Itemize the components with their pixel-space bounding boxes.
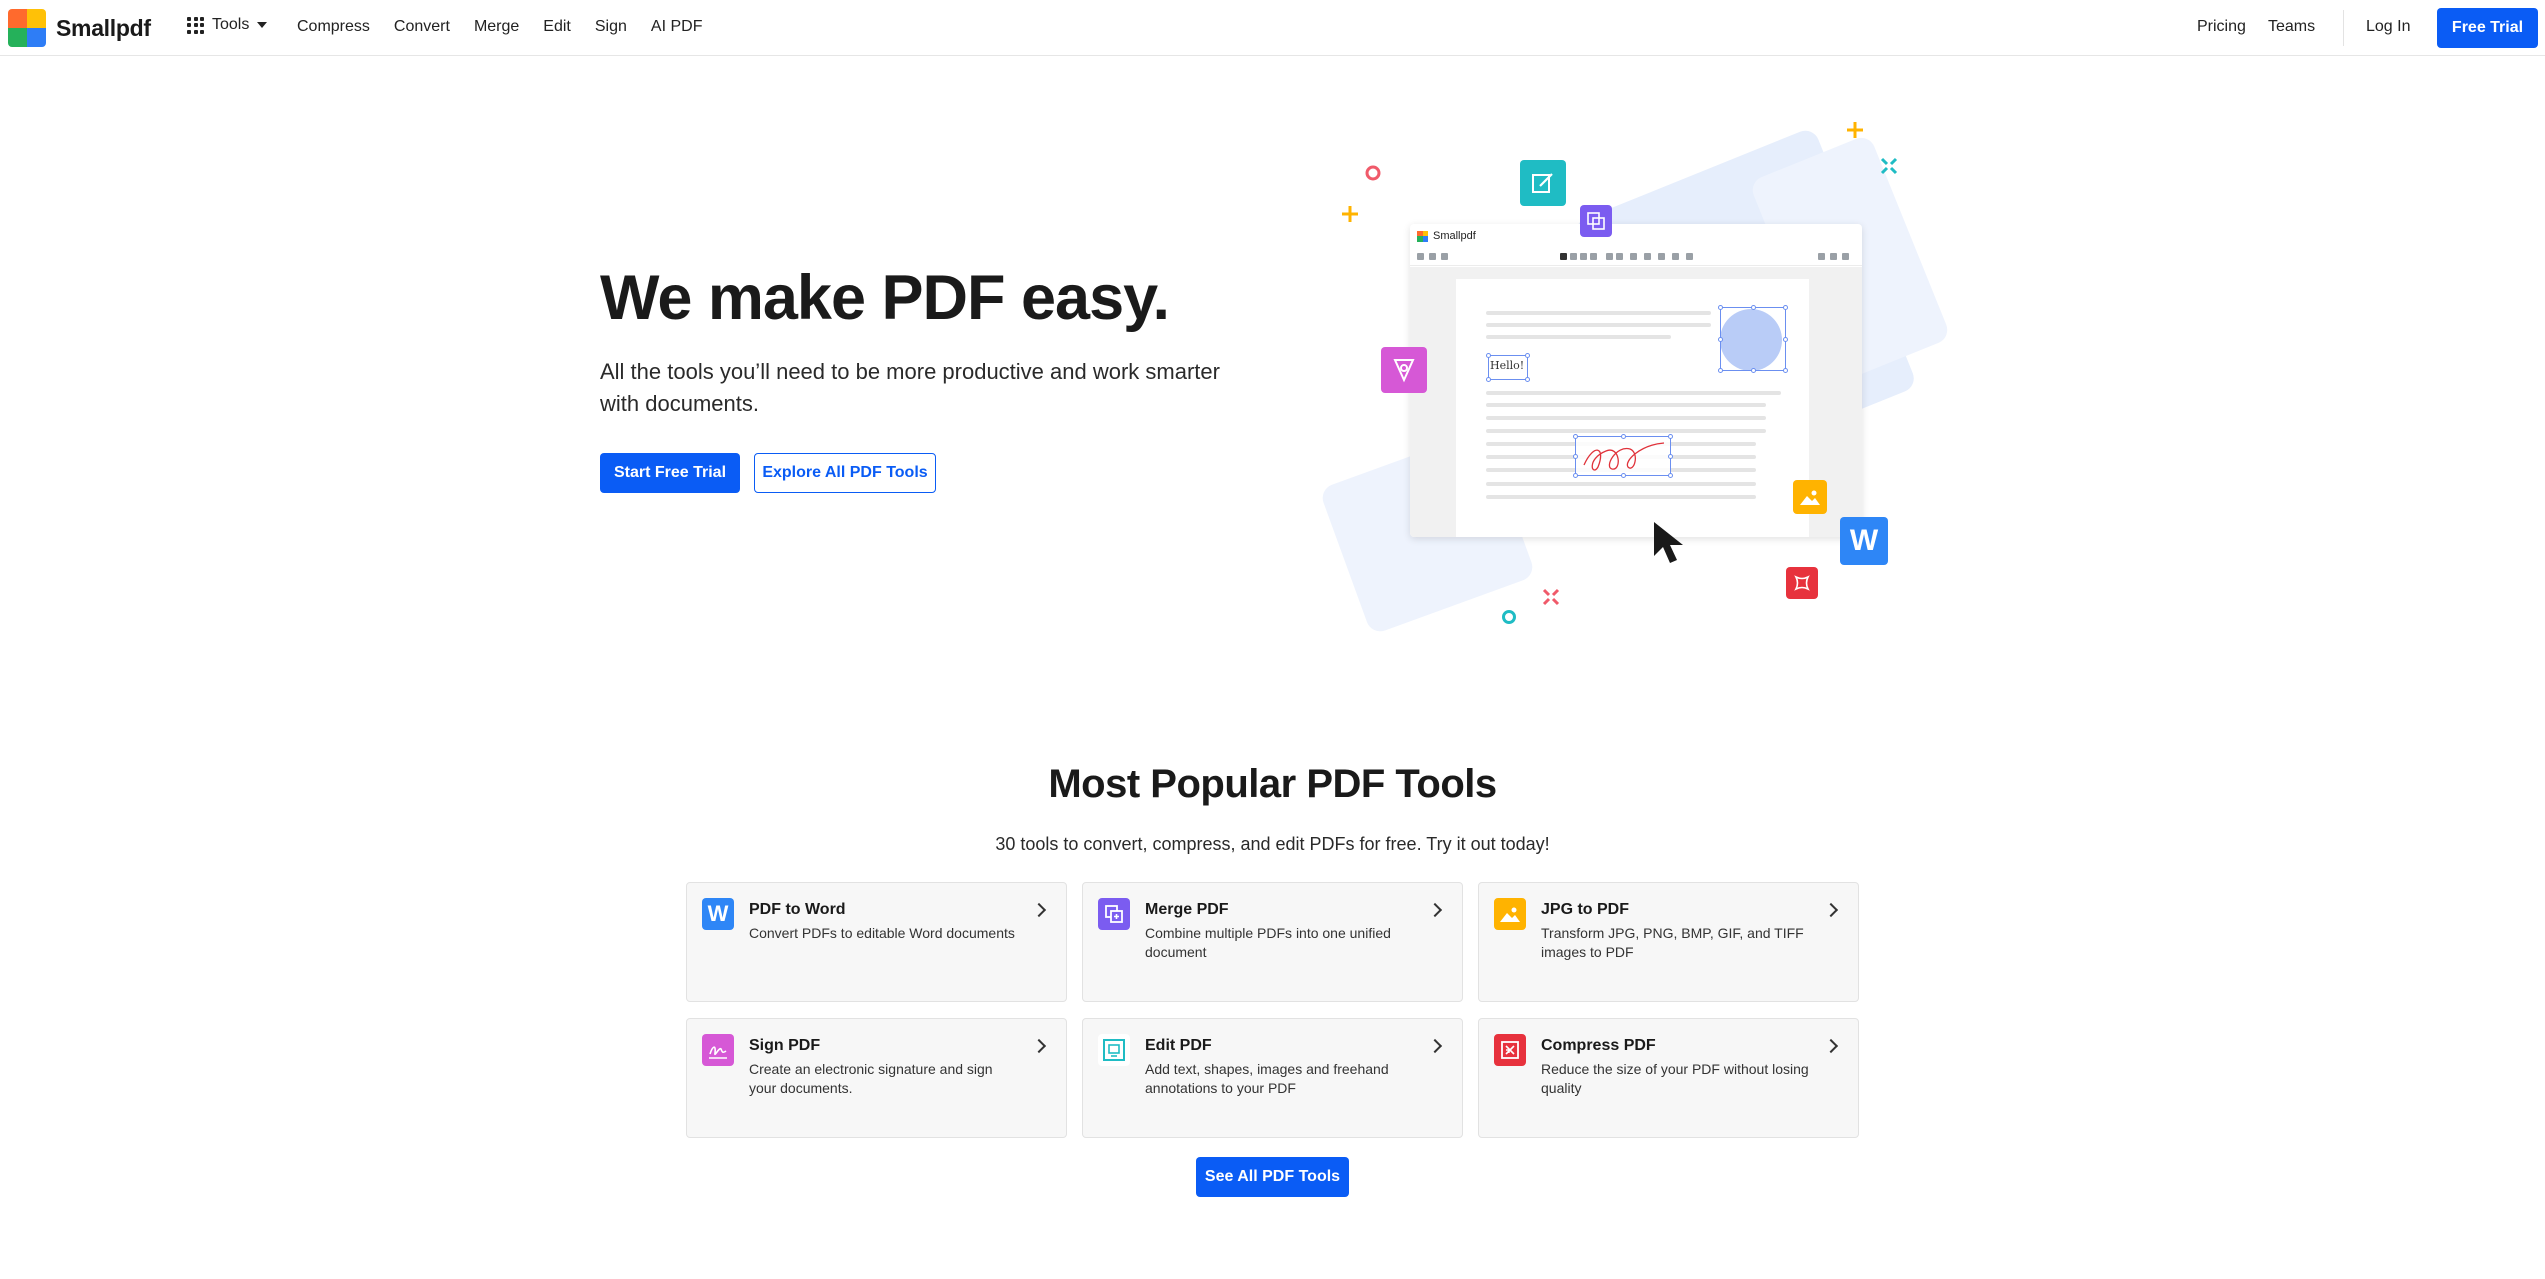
tool-card-description: Combine multiple PDFs into one unified d… <box>1145 925 1391 960</box>
brand-name: Smallpdf <box>56 14 151 41</box>
caret-down-icon <box>257 22 268 28</box>
free-trial-button[interactable]: Free Trial <box>2437 8 2538 48</box>
compress-icon <box>1494 1034 1526 1066</box>
tool-card-description: Reduce the size of your PDF without losi… <box>1541 1061 1809 1096</box>
top-navigation: Smallpdf Tools Compress Convert Merge Ed… <box>0 0 2545 56</box>
tool-card-description: Add text, shapes, images and freehand an… <box>1145 1061 1389 1096</box>
app-title: Smallpdf <box>1433 230 1476 242</box>
mini-logo-icon <box>1417 230 1428 242</box>
nav-divider <box>2343 10 2344 46</box>
apps-grid-icon <box>187 16 204 34</box>
tool-card-description: Convert PDFs to editable Word documents <box>749 925 1015 941</box>
tool-card-sign-pdf[interactable]: Sign PDF Create an electronic signature … <box>686 1018 1067 1138</box>
sample-text: Hello! <box>1490 359 1525 372</box>
nav-link-edit[interactable]: Edit <box>543 18 571 36</box>
nav-link-compress[interactable]: Compress <box>297 18 370 36</box>
tool-card-description: Transform JPG, PNG, BMP, GIF, and TIFF i… <box>1541 925 1804 960</box>
tool-card-title: Merge PDF <box>1145 901 1229 918</box>
tool-card-title: PDF to Word <box>749 901 846 918</box>
tool-card-merge-pdf[interactable]: Merge PDF Combine multiple PDFs into one… <box>1082 882 1463 1002</box>
tool-card-jpg-to-pdf[interactable]: JPG to PDF Transform JPG, PNG, BMP, GIF,… <box>1478 882 1859 1002</box>
tool-card-title: Edit PDF <box>1145 1037 1212 1054</box>
chevron-right-icon <box>1427 902 1443 918</box>
merge-icon <box>1098 898 1130 930</box>
section-title: Most Popular PDF Tools <box>1048 762 1497 806</box>
hero-subtitle: All the tools you’ll need to be more pro… <box>600 359 1220 416</box>
hero-illustration: Smallpdf Hello! W <box>1318 110 1952 636</box>
explore-tools-button[interactable]: Explore All PDF Tools <box>754 453 936 493</box>
image-icon <box>1793 480 1827 514</box>
nav-link-sign[interactable]: Sign <box>595 18 627 36</box>
app-toolbar <box>1410 248 1862 266</box>
chevron-right-icon <box>1031 1038 1047 1054</box>
tool-card-edit-pdf[interactable]: Edit PDF Add text, shapes, images and fr… <box>1082 1018 1463 1138</box>
login-link[interactable]: Log In <box>2366 18 2410 36</box>
nav-link-merge[interactable]: Merge <box>474 18 519 36</box>
chevron-right-icon <box>1823 902 1839 918</box>
sparkle-cross-icon <box>1880 157 1898 175</box>
tools-dropdown[interactable]: Tools <box>187 16 268 34</box>
tools-label: Tools <box>212 16 250 33</box>
app-titlebar: Smallpdf <box>1410 224 1862 248</box>
edit-icon <box>1098 1034 1130 1066</box>
main-nav: Compress Convert Merge Edit Sign AI PDF <box>297 18 726 36</box>
tool-card-compress-pdf[interactable]: Compress PDF Reduce the size of your PDF… <box>1478 1018 1859 1138</box>
smallpdf-logo[interactable]: Smallpdf <box>8 9 151 47</box>
nav-link-convert[interactable]: Convert <box>394 18 450 36</box>
word-icon: W <box>702 898 734 930</box>
sparkle-ring-icon <box>1365 165 1381 181</box>
signature-scribble <box>1583 442 1665 471</box>
nav-link-ai-pdf[interactable]: AI PDF <box>651 18 703 36</box>
see-all-tools-button[interactable]: See All PDF Tools <box>1196 1157 1349 1197</box>
logo-icon <box>8 9 46 47</box>
hero-title: We make PDF easy. <box>600 263 1170 333</box>
nav-link-teams[interactable]: Teams <box>2268 18 2315 36</box>
tool-card-title: JPG to PDF <box>1541 901 1630 918</box>
chevron-right-icon <box>1427 1038 1443 1054</box>
pen-nib-icon <box>1381 347 1427 393</box>
sparkle-cross-icon <box>1542 588 1560 606</box>
tool-card-pdf-to-word[interactable]: W PDF to Word Convert PDFs to editable W… <box>686 882 1067 1002</box>
chevron-right-icon <box>1823 1038 1839 1054</box>
signature-icon <box>702 1034 734 1066</box>
tool-card-title: Compress PDF <box>1541 1037 1656 1054</box>
mouse-cursor-icon <box>1654 522 1683 563</box>
edit-icon <box>1520 160 1566 206</box>
chevron-right-icon <box>1031 902 1047 918</box>
sparkle-ring-icon <box>1502 610 1516 624</box>
tool-card-title: Sign PDF <box>749 1037 821 1054</box>
document-page: Hello! <box>1456 279 1809 537</box>
section-subtitle: 30 tools to convert, compress, and edit … <box>995 834 1550 854</box>
nav-link-pricing[interactable]: Pricing <box>2197 18 2246 36</box>
word-icon: W <box>1840 517 1888 565</box>
sparkle-plus-icon <box>1342 206 1358 222</box>
tool-card-description: Create an electronic signature and sign … <box>749 1061 993 1096</box>
merge-icon <box>1580 205 1612 237</box>
sparkle-plus-icon <box>1847 122 1863 138</box>
crop-icon <box>1786 567 1818 599</box>
start-free-trial-button[interactable]: Start Free Trial <box>600 453 740 493</box>
image-icon <box>1494 898 1526 930</box>
